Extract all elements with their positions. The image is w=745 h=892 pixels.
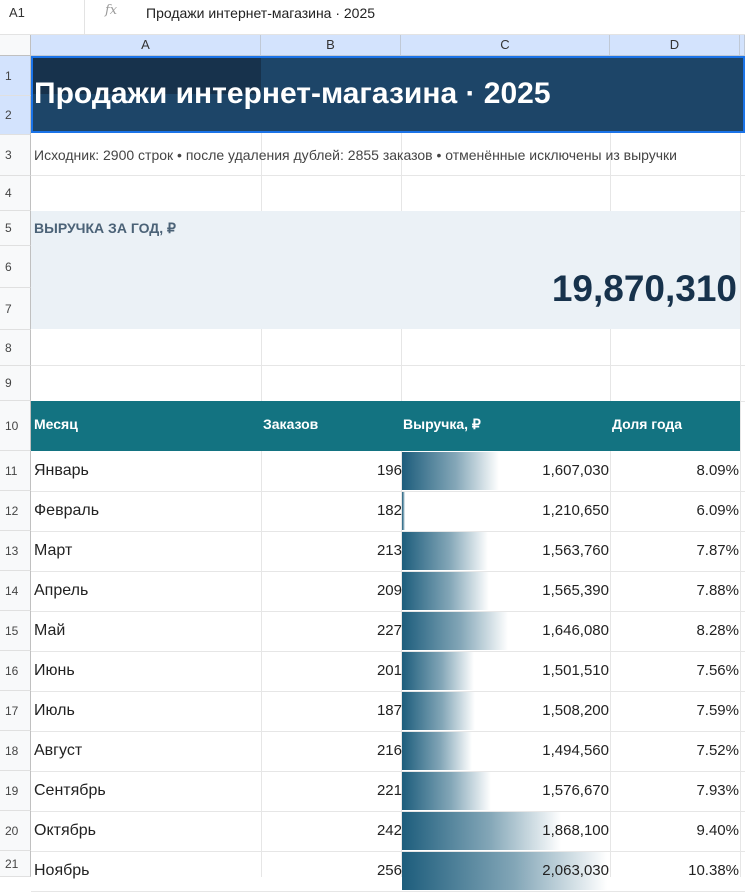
row-header[interactable]: 9 — [0, 366, 31, 401]
month-cell[interactable]: Апрель — [34, 582, 88, 600]
orders-cell[interactable]: 242 — [377, 822, 402, 839]
row-header[interactable]: 12 — [0, 491, 31, 531]
orders-cell[interactable]: 201 — [377, 662, 402, 679]
revenue-cell[interactable]: 1,494,560 — [542, 742, 609, 759]
row-header[interactable]: 8 — [0, 330, 31, 366]
sheet-grid: Продажи интернет-магазина · 2025 Исходни… — [31, 56, 745, 892]
row-header[interactable]: 17 — [0, 691, 31, 731]
fx-icon: fx — [105, 3, 118, 18]
kpi-value[interactable]: 19,870,310 — [552, 268, 737, 310]
revenue-data-bar — [402, 532, 489, 570]
month-cell[interactable]: Март — [34, 542, 72, 560]
month-cell[interactable]: Февраль — [34, 502, 99, 520]
header-revenue[interactable]: Выручка, ₽ — [403, 416, 481, 433]
share-cell[interactable]: 7.52% — [696, 742, 739, 759]
revenue-data-bar — [402, 692, 476, 730]
column-header-d[interactable]: D — [610, 35, 740, 56]
orders-cell[interactable]: 209 — [377, 582, 402, 599]
revenue-cell[interactable]: 1,563,760 — [542, 542, 609, 559]
revenue-cell[interactable]: 1,210,650 — [542, 502, 609, 519]
revenue-data-bar — [402, 492, 405, 530]
row-header[interactable]: 15 — [0, 611, 31, 651]
orders-cell[interactable]: 221 — [377, 782, 402, 799]
share-cell[interactable]: 7.56% — [696, 662, 739, 679]
revenue-data-bar — [402, 652, 474, 690]
selected-cell-a1[interactable] — [31, 56, 745, 133]
source-note[interactable]: Исходник: 2900 строк • после удаления ду… — [34, 147, 677, 163]
revenue-data-bar — [402, 452, 499, 490]
month-cell[interactable]: Январь — [34, 462, 89, 480]
orders-cell[interactable]: 196 — [377, 462, 402, 479]
row-header[interactable]: 10 — [0, 401, 31, 451]
orders-cell[interactable]: 187 — [377, 702, 402, 719]
row-header[interactable]: 11 — [0, 451, 31, 491]
row-header[interactable]: 19 — [0, 771, 31, 811]
orders-cell[interactable]: 213 — [377, 542, 402, 559]
kpi-label[interactable]: ВЫРУЧКА ЗА ГОД, ₽ — [34, 220, 176, 237]
column-header-e[interactable] — [740, 35, 745, 56]
revenue-data-bar — [402, 572, 489, 610]
orders-cell[interactable]: 227 — [377, 622, 402, 639]
header-orders[interactable]: Заказов — [263, 416, 318, 432]
revenue-data-bar — [402, 732, 472, 770]
revenue-cell[interactable]: 1,607,030 — [542, 462, 609, 479]
formula-bar: A1 fx Продажи интернет-магазина · 2025 — [0, 0, 745, 35]
row-header[interactable]: 2 — [0, 96, 31, 135]
column-header-b[interactable]: B — [261, 35, 401, 56]
name-box[interactable]: A1 — [0, 0, 85, 34]
orders-cell[interactable]: 256 — [377, 862, 402, 879]
row-header[interactable]: 7 — [0, 288, 31, 330]
share-cell[interactable]: 7.88% — [696, 582, 739, 599]
header-share[interactable]: Доля года — [612, 416, 682, 432]
orders-cell[interactable]: 182 — [377, 502, 402, 519]
share-cell[interactable]: 7.87% — [696, 542, 739, 559]
month-cell[interactable]: Ноябрь — [34, 862, 90, 880]
row-header[interactable]: 21 — [0, 851, 31, 877]
column-header-a[interactable]: A — [31, 35, 261, 56]
revenue-cell[interactable]: 1,508,200 — [542, 702, 609, 719]
row-header[interactable]: 1 — [0, 56, 31, 96]
orders-cell[interactable]: 216 — [377, 742, 402, 759]
column-header-c[interactable]: C — [401, 35, 610, 56]
month-cell[interactable]: Октябрь — [34, 822, 96, 840]
share-cell[interactable]: 7.59% — [696, 702, 739, 719]
revenue-cell[interactable]: 2,063,030 — [542, 862, 609, 879]
share-cell[interactable]: 6.09% — [696, 502, 739, 519]
share-cell[interactable]: 8.28% — [696, 622, 739, 639]
row-header[interactable]: 20 — [0, 811, 31, 851]
revenue-cell[interactable]: 1,646,080 — [542, 622, 609, 639]
revenue-cell[interactable]: 1,868,100 — [542, 822, 609, 839]
month-cell[interactable]: Май — [34, 622, 65, 640]
row-header[interactable]: 6 — [0, 246, 31, 288]
row-header[interactable]: 5 — [0, 211, 31, 246]
revenue-data-bar — [402, 772, 492, 810]
revenue-data-bar — [402, 612, 508, 650]
select-all-corner[interactable] — [0, 35, 31, 56]
month-cell[interactable]: Сентябрь — [34, 782, 106, 800]
revenue-cell[interactable]: 1,565,390 — [542, 582, 609, 599]
month-cell[interactable]: Июль — [34, 702, 75, 720]
row-header[interactable]: 18 — [0, 731, 31, 771]
row-header[interactable]: 4 — [0, 176, 31, 211]
row-header[interactable]: 16 — [0, 651, 31, 691]
share-cell[interactable]: 10.38% — [688, 862, 739, 879]
formula-input[interactable]: Продажи интернет-магазина · 2025 — [146, 0, 375, 26]
row-header[interactable]: 13 — [0, 531, 31, 571]
month-cell[interactable]: Август — [34, 742, 82, 760]
share-cell[interactable]: 9.40% — [696, 822, 739, 839]
share-cell[interactable]: 7.93% — [696, 782, 739, 799]
revenue-cell[interactable]: 1,576,670 — [542, 782, 609, 799]
revenue-data-bar — [402, 812, 561, 850]
share-cell[interactable]: 8.09% — [696, 462, 739, 479]
revenue-cell[interactable]: 1,501,510 — [542, 662, 609, 679]
row-header[interactable]: 3 — [0, 135, 31, 176]
month-cell[interactable]: Июнь — [34, 662, 75, 680]
header-month[interactable]: Месяц — [34, 416, 78, 432]
row-header[interactable]: 14 — [0, 571, 31, 611]
